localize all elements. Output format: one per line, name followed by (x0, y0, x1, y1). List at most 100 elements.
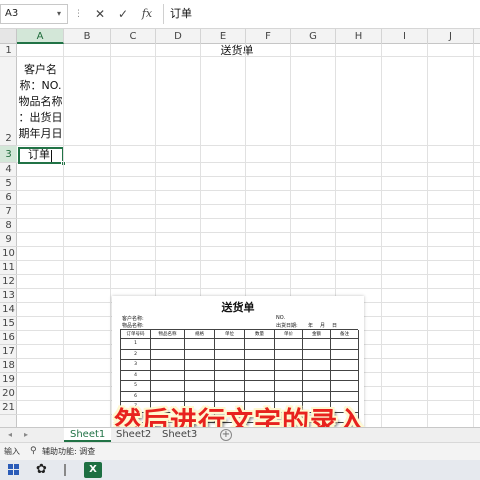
grid-row-line (17, 176, 480, 177)
form-date-month: 月 (320, 323, 326, 329)
more-options-icon[interactable]: ⋮ (74, 4, 83, 24)
form-table-cell (303, 370, 331, 381)
form-table-cell (245, 339, 275, 350)
column-header-c[interactable]: C (111, 29, 156, 44)
form-table-cell (331, 360, 359, 371)
form-table-header: 数量 (245, 330, 275, 339)
form-table-cell (245, 349, 275, 360)
column-header-f[interactable]: F (246, 29, 291, 44)
form-no-label: NO. (276, 315, 286, 321)
form-table-cell (331, 381, 359, 392)
form-item-label: 物品名称: (122, 323, 144, 329)
taskbar-app-icon[interactable]: ✿ (36, 463, 47, 477)
column-header-j[interactable]: J (428, 29, 474, 44)
tab-scroll-right-icon[interactable]: ▸ (24, 428, 28, 442)
windows-taskbar: ✿ X (0, 460, 480, 480)
row-header-11[interactable]: 11 (0, 261, 17, 275)
column-header-i[interactable]: I (382, 29, 428, 44)
sheet-tab-1[interactable]: Sheet1 (64, 428, 112, 442)
form-table-cell (151, 360, 185, 371)
grid-column-line (427, 44, 428, 427)
row-header-2[interactable]: 2 (0, 57, 17, 146)
chevron-down-icon[interactable]: ▾ (57, 4, 61, 24)
form-title: 送货单 (221, 301, 255, 314)
accessibility-status[interactable]: 辅助功能: 调查 (42, 446, 95, 457)
form-table-header: 单价 (275, 330, 303, 339)
cell-a2-line: ：出货日 (18, 111, 63, 124)
grid-row-line (17, 204, 480, 205)
column-header-d[interactable]: D (156, 29, 201, 44)
grid-row-line (17, 274, 480, 275)
column-header-e[interactable]: E (201, 29, 246, 44)
form-table-cell (303, 381, 331, 392)
form-table-cell (215, 381, 245, 392)
active-cell-cursor (18, 147, 64, 164)
row-header-8[interactable]: 8 (0, 219, 17, 233)
form-date-day: 日 (332, 323, 338, 329)
row-header-15[interactable]: 15 (0, 317, 17, 331)
form-table-cell: 2 (121, 349, 151, 360)
form-table-cell (215, 339, 245, 350)
row-header-12[interactable]: 12 (0, 275, 17, 289)
row-header-17[interactable]: 17 (0, 345, 17, 359)
row-header-14[interactable]: 14 (0, 303, 17, 317)
form-table-cell (275, 381, 303, 392)
row-header-10[interactable]: 10 (0, 247, 17, 261)
row-header-19[interactable]: 19 (0, 373, 17, 387)
row-header-4[interactable]: 4 (0, 163, 17, 177)
form-table-cell (185, 381, 215, 392)
cell-a2[interactable]: 客户名 称：NO. 物品名称 ：出货日 期年月日 (17, 58, 64, 147)
tab-scroll-left-icon[interactable]: ◂ (8, 428, 12, 442)
form-table-cell (151, 381, 185, 392)
form-table-cell (215, 370, 245, 381)
row-header-9[interactable]: 9 (0, 233, 17, 247)
column-header-g[interactable]: G (291, 29, 336, 44)
grid-column-line (110, 44, 111, 427)
form-table-cell: 4 (121, 370, 151, 381)
form-table-cell (275, 370, 303, 381)
row-header-1[interactable]: 1 (0, 44, 17, 57)
column-header-a[interactable]: A (17, 29, 64, 44)
row-header-16[interactable]: 16 (0, 331, 17, 345)
windows-start-icon[interactable] (8, 464, 20, 476)
status-mode: 输入 (4, 447, 20, 456)
accessibility-icon[interactable]: ⚲ (30, 446, 37, 456)
form-table-header: 金额 (303, 330, 331, 339)
row-header-5[interactable]: 5 (0, 177, 17, 191)
row-header-13[interactable]: 13 (0, 289, 17, 303)
add-sheet-icon[interactable]: + (220, 429, 232, 441)
column-header-b[interactable]: B (64, 29, 111, 44)
form-table-header: 规格 (185, 330, 215, 339)
row-headers: 1 2 3 4 5 6 7 8 9 10 11 12 13 14 15 16 17 18 19 20 21 (0, 44, 17, 427)
row-header-3[interactable]: 3 (0, 146, 17, 163)
form-table-cell (215, 349, 245, 360)
row-header-20[interactable]: 20 (0, 387, 17, 401)
grid-row-line (17, 288, 480, 289)
formula-bar: A3 ▾ ⋮ ✕ ✓ fx 订单 (0, 0, 480, 29)
insert-function-icon[interactable]: fx (140, 5, 154, 23)
grid-row-line (17, 260, 480, 261)
form-table-cell (331, 370, 359, 381)
row-header-6[interactable]: 6 (0, 191, 17, 205)
form-table-cell (151, 370, 185, 381)
form-table-cell (331, 349, 359, 360)
select-all-corner[interactable] (0, 29, 17, 44)
form-table-header: 订单号码 (121, 330, 151, 339)
confirm-entry-icon[interactable]: ✓ (116, 5, 130, 23)
formula-input[interactable]: 订单 (163, 4, 480, 24)
status-bar: 输入 ⚲ 辅助功能: 调查 (0, 442, 480, 460)
cancel-entry-icon[interactable]: ✕ (93, 5, 107, 23)
grid-row-line (17, 232, 480, 233)
row-header-7[interactable]: 7 (0, 205, 17, 219)
cell-e1[interactable]: 送货单 (207, 44, 267, 58)
form-date-label: 出货日期: (276, 323, 298, 329)
grid-column-line (63, 44, 64, 427)
taskbar-separator (64, 464, 68, 476)
row-header-18[interactable]: 18 (0, 359, 17, 373)
cell-a2-line: 称：NO. (19, 79, 62, 92)
sheet-tab-3[interactable]: Sheet3 (156, 428, 203, 442)
cell-a2-line: 物品名称 (18, 95, 63, 108)
column-header-h[interactable]: H (336, 29, 382, 44)
sheet-tab-2[interactable]: Sheet2 (110, 428, 157, 442)
excel-app-icon[interactable]: X (84, 462, 102, 478)
